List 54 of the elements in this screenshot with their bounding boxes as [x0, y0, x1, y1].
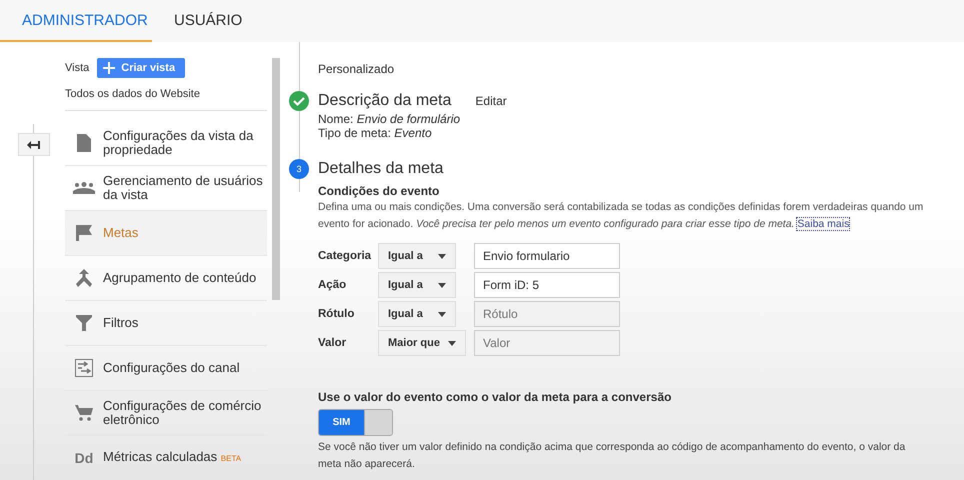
description-text: Defina uma ou mais condições. Uma conversão será contabilizada se todas as condições definidas forem verdadeiras quando um evento for acionado. Você precisa ter pelo menos um evento configurado para criar esse tipo de meta. Saiba mais: [318, 200, 924, 232]
check-circle-icon: [289, 91, 309, 111]
operator-dropdown[interactable]: Igual a: [378, 272, 456, 298]
input-field[interactable]: Rótulo: [474, 301, 620, 327]
cart-icon: [75, 405, 93, 421]
sidebar-item[interactable]: Agrupamento de conteúdo: [65, 256, 267, 301]
back-button[interactable]: [18, 133, 50, 156]
view-label: Vista: [65, 62, 90, 74]
step-label: Personalizado: [318, 62, 396, 76]
filter-icon: [76, 315, 92, 331]
operator-dropdown[interactable]: Igual a: [378, 301, 456, 327]
document-icon: [77, 134, 91, 152]
edit-link[interactable]: Editar: [475, 94, 507, 108]
condition-label: Categoria: [318, 250, 372, 262]
note-text: Se você não tiver um valor definido na condição acima que corresponda ao código de acompanhamento do evento, o valor da meta não aparecerá.: [318, 440, 906, 472]
input-field[interactable]: Valor: [474, 330, 620, 356]
input-field[interactable]: Envio formulario: [474, 243, 620, 269]
caret-icon: [448, 340, 456, 346]
step-number: 3: [289, 159, 309, 179]
people-icon: [73, 182, 95, 194]
section-heading: Use o valor do evento como o valor da meta para a conversão: [318, 390, 672, 404]
step-title: Descrição da meta: [318, 92, 452, 110]
condition-label: Valor: [318, 337, 348, 349]
tab[interactable]: USUÁRIO: [152, 0, 264, 42]
step-detail: Nome: Envio de formulário: [318, 113, 462, 126]
sidebar-item[interactable]: Configurações do canal: [65, 346, 267, 391]
sidebar-item[interactable]: Configurações da vista da propriedade: [65, 121, 267, 166]
toggle-switch[interactable]: SIM: [318, 409, 393, 436]
step-detail: Tipo de meta: Evento: [318, 127, 433, 140]
condition-label: Ação: [318, 279, 348, 291]
tab[interactable]: ADMINISTRADOR: [0, 0, 152, 42]
sidebar-item[interactable]: Filtros: [65, 301, 267, 346]
caret-icon: [438, 282, 446, 288]
beta-label: BETA: [220, 454, 242, 463]
flag-icon: [76, 225, 92, 241]
input-field[interactable]: Form iD: 5: [474, 272, 620, 298]
operator-dropdown[interactable]: Maior que: [378, 330, 466, 356]
section-heading: Condições do evento: [318, 184, 440, 198]
back-arrow-icon: [27, 140, 41, 150]
dd-icon: Dd: [74, 450, 94, 466]
channel-settings-icon: [75, 359, 93, 377]
view-name: Todos os dados do Website: [65, 88, 267, 111]
plus-icon: [103, 62, 116, 74]
step-title: Detalhes da meta: [318, 160, 444, 178]
scrollbar-thumb[interactable]: [272, 58, 280, 300]
learn-more-link[interactable]: Saiba mais: [797, 218, 850, 230]
condition-label: Rótulo: [318, 308, 356, 320]
sidebar-item[interactable]: Configurações de comércio eletrônico: [65, 391, 267, 436]
sidebar-item[interactable]: Dd Métricas calculadas BETA: [65, 436, 267, 480]
merge-arrows-icon: [76, 269, 92, 287]
caret-icon: [438, 254, 446, 258]
caret-icon: [438, 312, 446, 316]
operator-dropdown[interactable]: Igual a: [378, 243, 456, 269]
create-view-button[interactable]: Criar vista: [97, 58, 186, 78]
